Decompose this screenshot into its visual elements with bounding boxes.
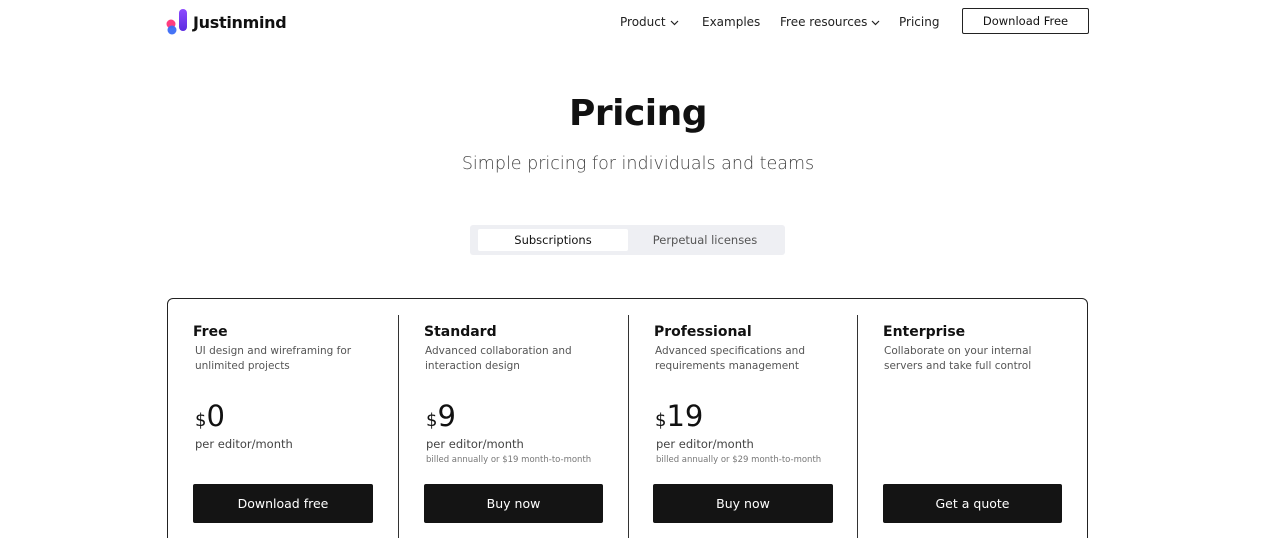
page-subtitle: Simple pricing for individuals and teams xyxy=(461,154,815,174)
plan-card-professional: Professional Advanced specifications and… xyxy=(629,299,857,538)
price-amount: 19 xyxy=(666,399,704,433)
nav-item-product[interactable]: Product xyxy=(620,15,679,29)
plan-card-free: Free UI design and wireframing for unlim… xyxy=(168,299,398,538)
license-type-toggle: Subscriptions Perpetual licenses xyxy=(470,225,785,255)
nav-item-pricing[interactable]: Pricing xyxy=(899,15,939,29)
toggle-option-perpetual-licenses[interactable]: Perpetual licenses xyxy=(630,229,780,251)
price-period: per editor/month xyxy=(656,437,754,451)
plan-description: Advanced specifications and requirements… xyxy=(655,345,805,372)
site-header: Justinmind Product Examples Free resourc… xyxy=(0,0,1276,46)
download-free-button[interactable]: Download Free xyxy=(962,8,1089,34)
price-currency: $ xyxy=(426,410,438,431)
price-amount: 0 xyxy=(206,399,225,433)
nav-item-label: Product xyxy=(620,15,666,29)
plan-price: $ 19 xyxy=(655,399,703,433)
plan-description: Advanced collaboration and interaction d… xyxy=(425,345,572,372)
nav-item-examples[interactable]: Examples xyxy=(702,15,760,29)
download-free-plan-button[interactable]: Download free xyxy=(193,484,373,523)
page-title: Pricing xyxy=(568,93,708,134)
price-amount: 9 xyxy=(437,399,456,433)
plan-card-standard: Standard Advanced collaboration and inte… xyxy=(399,299,628,538)
buy-now-standard-button[interactable]: Buy now xyxy=(424,484,603,523)
justinmind-logo[interactable]: Justinmind xyxy=(166,8,287,36)
plan-description: UI design and wireframing for unlimited … xyxy=(195,345,352,372)
nav-item-free-resources[interactable]: Free resources xyxy=(780,15,880,29)
plan-price: $ 0 xyxy=(195,399,225,433)
plan-name: Professional xyxy=(654,324,752,340)
plan-description: Collaborate on your internal servers and… xyxy=(884,345,1032,372)
get-a-quote-button[interactable]: Get a quote xyxy=(883,484,1062,523)
toggle-option-subscriptions[interactable]: Subscriptions xyxy=(478,229,628,251)
pricing-plans: Free UI design and wireframing for unlim… xyxy=(167,298,1088,538)
plan-name: Standard xyxy=(424,324,497,340)
chevron-down-icon xyxy=(670,15,679,29)
billing-note: billed annually or $29 month-to-month xyxy=(656,455,822,465)
nav-item-label: Examples xyxy=(702,15,761,29)
price-period: per editor/month xyxy=(195,437,293,451)
plan-name: Free xyxy=(193,324,228,340)
justinmind-logo-icon xyxy=(166,9,187,35)
nav-item-label: Pricing xyxy=(899,15,940,29)
brand-name: Justinmind xyxy=(193,12,287,32)
price-currency: $ xyxy=(655,410,667,431)
price-period: per editor/month xyxy=(426,437,524,451)
plan-card-enterprise: Enterprise Collaborate on your internal … xyxy=(858,299,1088,538)
chevron-down-icon xyxy=(871,15,880,29)
nav-item-label: Free resources xyxy=(780,15,868,29)
plan-name: Enterprise xyxy=(883,324,966,340)
plan-price: $ 9 xyxy=(426,399,456,433)
billing-note: billed annually or $19 month-to-month xyxy=(426,455,592,465)
buy-now-professional-button[interactable]: Buy now xyxy=(653,484,833,523)
price-currency: $ xyxy=(195,410,207,431)
